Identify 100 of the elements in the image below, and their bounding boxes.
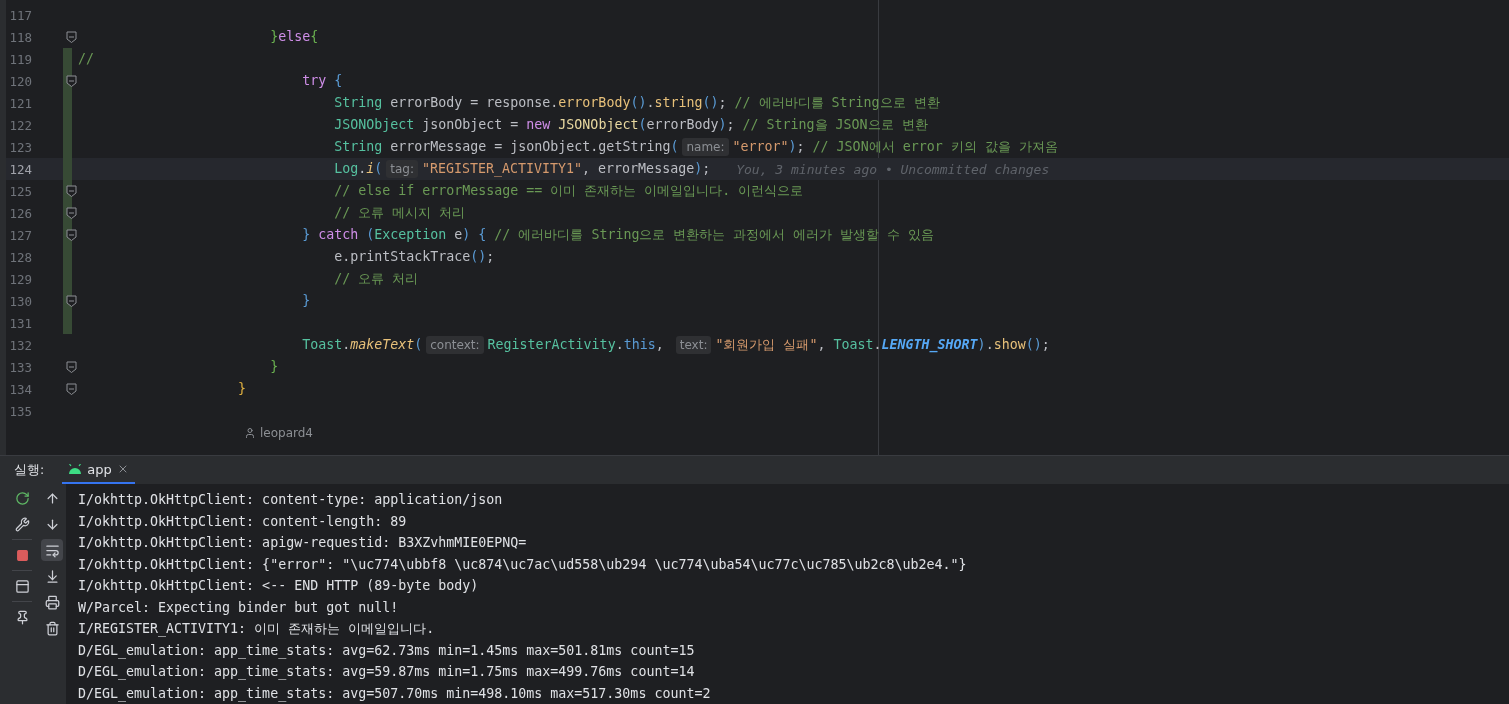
code-token: new bbox=[526, 116, 551, 134]
parameter-hint: text: bbox=[675, 336, 712, 354]
fold-icon[interactable] bbox=[66, 229, 77, 241]
code-token: e.printStackTrace bbox=[333, 248, 471, 266]
code-token: errorBody = response. bbox=[389, 94, 559, 112]
line-number: 127 bbox=[8, 227, 33, 243]
code-token: } bbox=[301, 226, 311, 244]
line-number: 124 bbox=[8, 161, 33, 177]
code-token: // JSON에서 error 키의 값을 가져옴 bbox=[812, 138, 1058, 156]
line-number: 131 bbox=[8, 315, 33, 331]
log-line: I/REGISTER_ACTIVITY1: 이미 존재하는 이메일입니다. bbox=[78, 620, 436, 639]
code-token: ( bbox=[670, 138, 679, 156]
log-line: D/EGL_emulation: app_time_stats: avg=59.87ms min=1.75ms max=499.76ms count=14 bbox=[78, 663, 696, 682]
code-token: () bbox=[470, 248, 487, 266]
code-token: JSONObject bbox=[333, 116, 415, 134]
code-token: // 오류 메시지 처리 bbox=[333, 204, 466, 222]
code-token: ; bbox=[1041, 336, 1050, 354]
code-token: { bbox=[310, 28, 319, 46]
fold-icon[interactable] bbox=[66, 75, 77, 87]
code-token: LENGTH_SHORT bbox=[881, 336, 978, 355]
code-token: ( bbox=[366, 226, 375, 244]
code-token: , errorMessage bbox=[582, 160, 695, 178]
line-number: 128 bbox=[8, 249, 33, 265]
line-number: 122 bbox=[8, 117, 33, 133]
code-token: string bbox=[654, 94, 703, 112]
code-token: "회원가입 실패" bbox=[715, 336, 818, 354]
code-token: ; bbox=[486, 248, 495, 266]
code-token: String bbox=[333, 138, 383, 156]
code-token: . bbox=[358, 160, 367, 178]
code-token: { bbox=[477, 226, 488, 244]
user-icon bbox=[244, 427, 256, 439]
line-number: 134 bbox=[8, 381, 33, 397]
code-token: ( bbox=[414, 336, 423, 354]
panel-label: 실행: bbox=[14, 461, 45, 479]
code-token: , bbox=[655, 336, 665, 354]
code-token: errorMessage = jsonObject.getString bbox=[389, 138, 671, 156]
code-token: { bbox=[333, 72, 343, 90]
code-token: e bbox=[453, 226, 463, 244]
fold-icon[interactable] bbox=[66, 31, 77, 43]
code-token: errorBody bbox=[558, 94, 631, 112]
code-token: RegisterActivity bbox=[487, 336, 616, 354]
code-token: () bbox=[702, 94, 719, 112]
code-token: "error" bbox=[732, 138, 789, 156]
fold-icon[interactable] bbox=[66, 361, 77, 373]
log-line: I/okhttp.OkHttpClient: content-type: application/json bbox=[78, 491, 504, 509]
code-token: . bbox=[873, 336, 882, 354]
line-number: 129 bbox=[8, 271, 33, 287]
code-token: Log bbox=[333, 160, 359, 178]
code-token: ; bbox=[702, 160, 711, 178]
code-token: ( bbox=[638, 116, 647, 134]
log-line: I/okhttp.OkHttpClient: {"error": "\uc774\ubbf8 \uc874\uc7ac\ud558\ub294 \uc774\uba54\uc77c\uc785\ub2c8\ub2e4."} bbox=[78, 555, 968, 574]
code-token: ) bbox=[718, 116, 727, 134]
fold-icon[interactable] bbox=[66, 383, 77, 395]
code-token: try bbox=[301, 72, 327, 90]
code-token: makeText bbox=[350, 336, 415, 354]
code-token: // 오류 처리 bbox=[333, 270, 419, 288]
code-token: Toast bbox=[301, 336, 343, 354]
android-icon bbox=[68, 464, 83, 474]
fold-icon[interactable] bbox=[66, 207, 77, 219]
code-token: } bbox=[269, 28, 279, 46]
line-number: 118 bbox=[8, 29, 33, 45]
line-number: 126 bbox=[8, 205, 33, 221]
code-token: } bbox=[269, 358, 279, 376]
code-token: catch bbox=[317, 226, 360, 244]
code-token: else bbox=[278, 28, 311, 46]
code-token: errorBody bbox=[646, 116, 719, 134]
code-token: () bbox=[1025, 336, 1042, 354]
code-token: ; bbox=[796, 138, 806, 156]
wrap-icon[interactable] bbox=[41, 539, 63, 561]
code-token: } bbox=[301, 292, 311, 310]
code-token: ) bbox=[694, 160, 703, 178]
log-line: D/EGL_emulation: app_time_stats: avg=507.70ms min=498.10ms max=517.30ms count=2 bbox=[78, 684, 712, 704]
code-token: ) bbox=[977, 336, 986, 352]
line-number: 121 bbox=[8, 95, 33, 111]
fold-icon[interactable] bbox=[66, 295, 77, 307]
code-token: ) bbox=[462, 226, 471, 244]
code-token: } bbox=[237, 380, 247, 398]
blame-annotation: You, 3 minutes ago • Uncommitted changes bbox=[736, 161, 1050, 177]
line-number: 135 bbox=[8, 403, 33, 419]
log-line: I/okhttp.OkHttpClient: apigw-requestid: B3XZvhmMIE0EPNQ= bbox=[78, 534, 528, 552]
code-token: // bbox=[78, 50, 94, 68]
line-number: 123 bbox=[8, 139, 33, 155]
code-token: . bbox=[646, 94, 655, 112]
code-token: . bbox=[342, 336, 351, 354]
code-token: show bbox=[993, 336, 1026, 354]
fold-icon[interactable] bbox=[66, 185, 77, 197]
code-token: String bbox=[333, 94, 383, 112]
log-line: W/Parcel: Expecting binder but got null! bbox=[78, 598, 400, 617]
parameter-hint: name: bbox=[682, 138, 729, 156]
line-number: 133 bbox=[8, 359, 33, 375]
code-token: ; bbox=[718, 94, 728, 112]
log-line: D/EGL_emulation: app_time_stats: avg=62.73ms min=1.45ms max=501.81ms count=15 bbox=[78, 641, 696, 661]
code-token: ) bbox=[788, 138, 797, 156]
line-number: 117 bbox=[8, 7, 33, 23]
author-hint: leopard4 bbox=[260, 426, 313, 440]
log-line: I/okhttp.OkHttpClient: <-- END HTTP (89-byte body) bbox=[78, 577, 480, 595]
code-token: jsonObject = bbox=[421, 116, 520, 134]
code-token: JSONObject bbox=[557, 116, 639, 134]
line-number: 130 bbox=[8, 293, 33, 309]
code-token: // else if errorMessage == 이미 존재하는 이메일입니다. 이런식으로 bbox=[333, 182, 804, 200]
